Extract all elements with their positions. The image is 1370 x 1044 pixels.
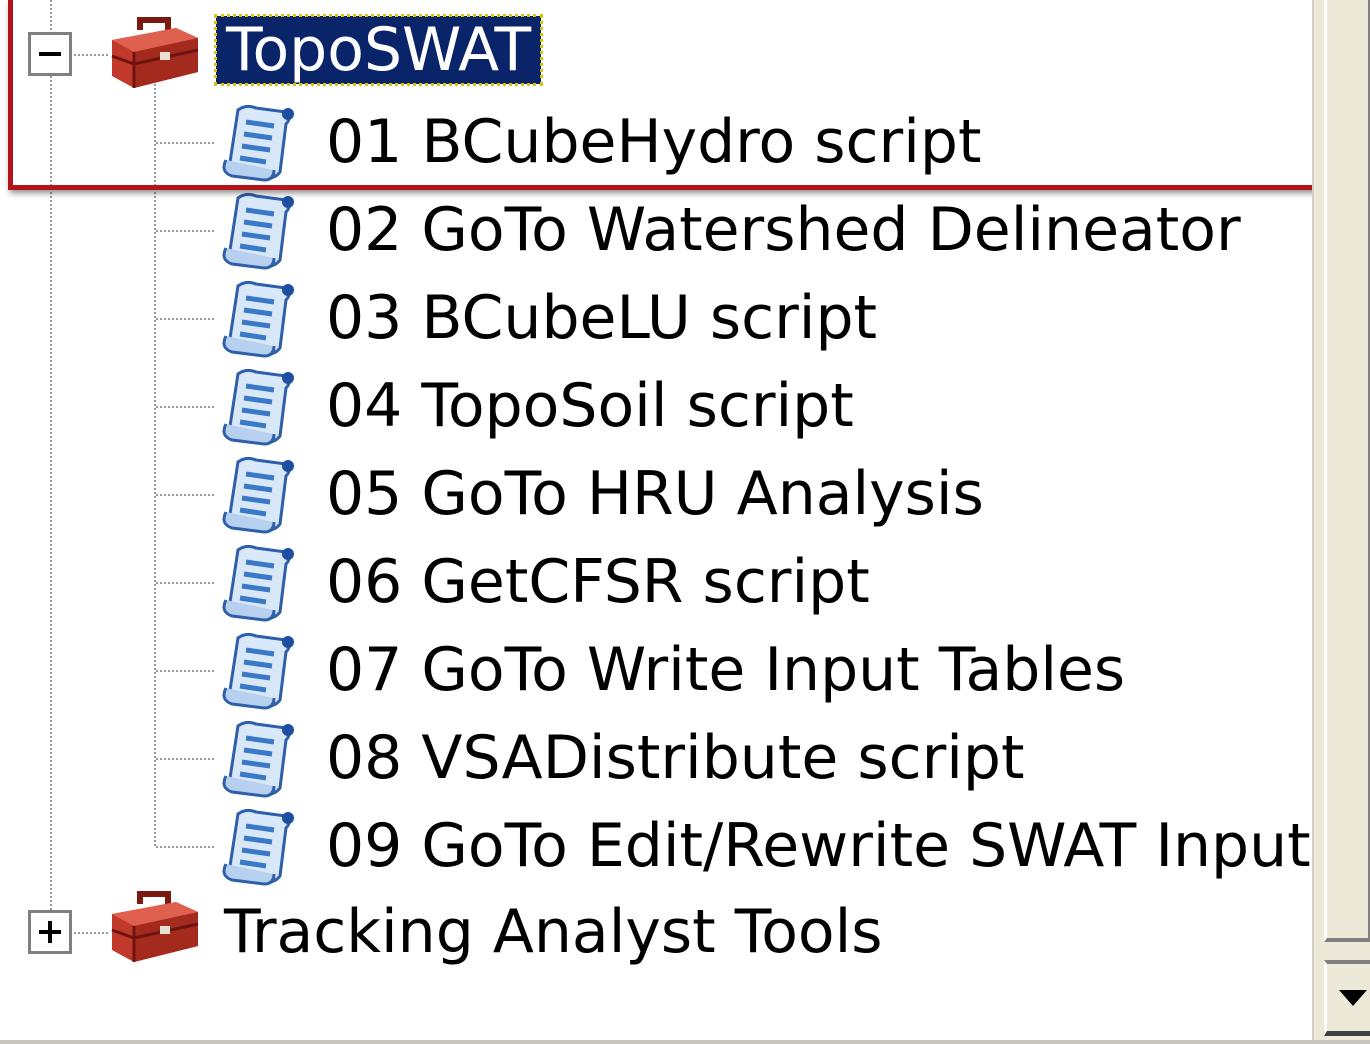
tree-connector-script: [156, 846, 214, 848]
script-icon: [222, 192, 294, 270]
script-item[interactable]: 01 BCubeHydro script: [326, 108, 982, 176]
scroll-down-arrow-icon: [1339, 990, 1367, 1006]
catalog-tree: TopoSWAT 01 BCubeHydro script 02 GoTo Wat…: [0, 0, 1362, 1040]
script-icon: [222, 280, 294, 358]
script-item[interactable]: 04 TopoSoil script: [326, 372, 854, 440]
script-item[interactable]: 02 GoTo Watershed Delineator: [326, 196, 1241, 264]
tree-connector-script: [156, 758, 214, 760]
tree-connector-script: [156, 582, 214, 584]
script-icon: [222, 720, 294, 798]
collapse-toolbox-button[interactable]: [28, 32, 72, 76]
scroll-down-button[interactable]: [1324, 960, 1370, 1036]
toolbox-tracking-analyst-tools[interactable]: Tracking Analyst Tools: [224, 898, 883, 966]
tree-connector-toolbox1: [74, 54, 108, 56]
tree-connector-script: [156, 494, 214, 496]
tree-connector-script: [156, 230, 214, 232]
script-icon: [222, 104, 294, 182]
script-icon: [222, 632, 294, 710]
tree-connector-children: [154, 80, 156, 846]
tree-connector-root: [50, 0, 52, 930]
script-icon: [222, 456, 294, 534]
script-item[interactable]: 08 VSADistribute script: [326, 724, 1025, 792]
panel-bottom-edge: [0, 1040, 1370, 1044]
toolbox-icon: [111, 17, 199, 88]
expand-toolbox-button[interactable]: [28, 910, 72, 954]
tree-connector-script: [156, 318, 214, 320]
tree-connector-script: [156, 142, 214, 144]
script-item[interactable]: 06 GetCFSR script: [326, 548, 870, 616]
script-item[interactable]: 03 BCubeLU script: [326, 284, 877, 352]
tree-connector-script: [156, 670, 214, 672]
tree-connector-toolbox2: [74, 932, 108, 934]
tree-connector-script: [156, 406, 214, 408]
scrollbar-thumb[interactable]: [1324, 0, 1370, 942]
toolbox-icon: [111, 891, 199, 962]
script-item[interactable]: 05 GoTo HRU Analysis: [326, 460, 984, 528]
script-icon: [222, 544, 294, 622]
toolbox-toposwat[interactable]: TopoSWAT: [213, 14, 544, 86]
script-item[interactable]: 07 GoTo Write Input Tables: [326, 636, 1125, 704]
vertical-scrollbar[interactable]: [1312, 0, 1370, 1040]
script-icon: [222, 808, 294, 886]
script-item[interactable]: 09 GoTo Edit/Rewrite SWAT Input: [326, 812, 1311, 880]
script-icon: [222, 368, 294, 446]
